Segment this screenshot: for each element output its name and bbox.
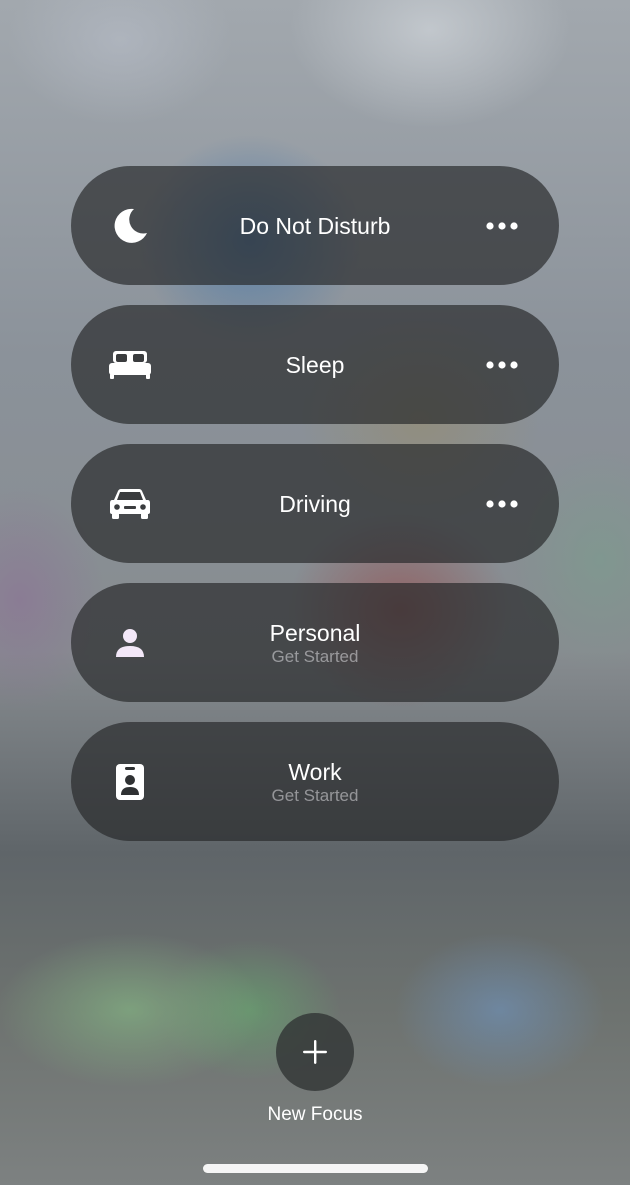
moon-icon [107, 203, 153, 249]
focus-title: Do Not Disturb [239, 212, 391, 239]
new-focus-section: New Focus [0, 1013, 630, 1127]
new-focus-label: New Focus [267, 1104, 363, 1125]
focus-row-work[interactable]: Work Get Started [71, 722, 559, 841]
focus-list: Do Not Disturb Sleep Driving Personal Ge… [71, 166, 559, 841]
focus-row-driving[interactable]: Driving [71, 444, 559, 563]
new-focus-button[interactable] [276, 1013, 354, 1091]
focus-title: Personal [269, 619, 361, 646]
focus-row-text: Driving [181, 444, 449, 563]
focus-row-text: Work Get Started [181, 722, 449, 841]
focus-title: Sleep [285, 351, 345, 378]
ellipsis-icon [486, 499, 518, 508]
focus-row-text: Do Not Disturb [181, 166, 449, 285]
focus-subtitle: Get Started [271, 785, 359, 805]
id-badge-icon [107, 759, 153, 805]
ellipsis-icon [486, 221, 518, 230]
bed-icon [107, 342, 153, 388]
home-indicator[interactable] [203, 1164, 428, 1173]
focus-row-sleep[interactable]: Sleep [71, 305, 559, 424]
focus-row-do-not-disturb[interactable]: Do Not Disturb [71, 166, 559, 285]
more-options-button[interactable] [481, 211, 523, 241]
focus-title: Work [288, 758, 342, 785]
focus-row-text: Sleep [181, 305, 449, 424]
focus-title: Driving [279, 490, 351, 517]
ellipsis-icon [486, 360, 518, 369]
focus-row-personal[interactable]: Personal Get Started [71, 583, 559, 702]
more-options-button[interactable] [481, 489, 523, 519]
focus-row-text: Personal Get Started [181, 583, 449, 702]
plus-icon [303, 1040, 327, 1064]
focus-subtitle: Get Started [271, 646, 359, 666]
person-icon [107, 620, 153, 666]
more-options-button[interactable] [481, 350, 523, 380]
car-icon [107, 481, 153, 527]
